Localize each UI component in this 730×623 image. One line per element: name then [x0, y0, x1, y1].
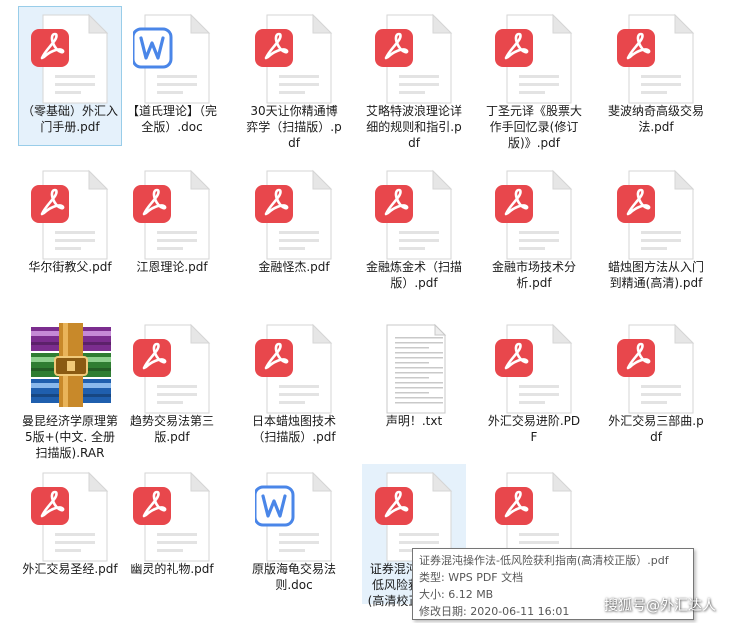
file-name-label: 金融市场技术分析.pdf [491, 260, 576, 290]
pdf-file-icon [133, 169, 213, 261]
rar-archive-icon [31, 323, 111, 415]
file-item[interactable]: 丁圣元译《股票大作手回忆录(修订版)》.pdf [482, 6, 586, 150]
file-item[interactable]: 艾略特波浪理论详细的规则和指引.pdf [362, 6, 466, 150]
file-item[interactable]: 幽灵的礼物.pdf [120, 464, 224, 604]
file-grid: （零基础）外汇入门手册.pdf 【道氏理论】（完全版）.doc 30天让你精通博弈学… [0, 0, 730, 623]
file-item[interactable]: 日本蜡烛图技术（扫描版）.pdf [242, 316, 346, 456]
file-name-label: 蜡烛图方法从入门到精通(高清).pdf [607, 260, 704, 290]
file-name-label: 金融怪杰.pdf [258, 260, 330, 274]
pdf-file-icon [617, 13, 697, 105]
pdf-file-icon [495, 169, 575, 261]
file-item[interactable]: 30天让你精通博弈学（扫描版）.pdf [242, 6, 346, 150]
file-item[interactable]: 外汇交易圣经.pdf [18, 464, 122, 604]
file-item[interactable]: （零基础）外汇入门手册.pdf [18, 6, 122, 146]
file-name-label: 金融炼金术（扫描版）.pdf [365, 260, 462, 290]
pdf-file-icon [31, 471, 111, 563]
watermark: 搜狐号@外汇达人 [604, 598, 716, 614]
pdf-file-icon [255, 169, 335, 261]
file-item[interactable]: 【道氏理论】（完全版）.doc [120, 6, 224, 146]
file-item[interactable]: 外汇交易进阶.PDF [482, 316, 586, 456]
pdf-file-icon [617, 323, 697, 415]
word-file-icon [133, 13, 213, 105]
tooltip-filename: 证券混沌操作法-低风险获利指南(高清校正版）.pdf [419, 554, 669, 567]
file-item[interactable]: 原版海龟交易法则.doc [242, 464, 346, 604]
file-item[interactable]: 趋势交易法第三版.pdf [120, 316, 224, 456]
pdf-file-icon [31, 169, 111, 261]
pdf-file-icon [255, 13, 335, 105]
file-item[interactable]: 曼昆经济学原理第5版+(中文. 全册扫描版).RAR [18, 316, 122, 460]
file-name-label: 30天让你精通博弈学（扫描版）.pdf [246, 104, 342, 150]
word-file-icon [255, 471, 335, 563]
pdf-file-icon [495, 13, 575, 105]
file-name-label: 斐波纳奇高级交易法.pdf [607, 104, 704, 134]
pdf-file-icon [133, 323, 213, 415]
file-item[interactable]: 外汇交易三部曲.pdf [604, 316, 708, 456]
file-name-label: 趋势交易法第三版.pdf [129, 414, 214, 444]
file-name-label: 外汇交易圣经.pdf [22, 562, 118, 576]
file-name-label: 原版海龟交易法则.doc [251, 562, 336, 592]
file-item[interactable]: 金融炼金术（扫描版）.pdf [362, 162, 466, 302]
file-item[interactable]: 斐波纳奇高级交易法.pdf [604, 6, 708, 146]
file-item[interactable]: 蜡烛图方法从入门到精通(高清).pdf [604, 162, 708, 302]
file-name-label: 艾略特波浪理论详细的规则和指引.pdf [365, 104, 462, 150]
file-name-label: 曼昆经济学原理第5版+(中文. 全册扫描版).RAR [21, 414, 118, 460]
file-name-label: 日本蜡烛图技术（扫描版）.pdf [251, 414, 336, 444]
file-name-label: 外汇交易进阶.PDF [487, 414, 581, 444]
file-name-label: 华尔街教父.pdf [28, 260, 112, 274]
pdf-file-icon [31, 13, 111, 105]
file-item[interactable]: 华尔街教父.pdf [18, 162, 122, 302]
pdf-file-icon [375, 13, 455, 105]
file-item[interactable]: 金融市场技术分析.pdf [482, 162, 586, 302]
file-item[interactable]: 金融怪杰.pdf [242, 162, 346, 302]
file-name-label: 江恩理论.pdf [136, 260, 208, 274]
file-name-label: 外汇交易三部曲.pdf [608, 414, 704, 444]
file-name-label: 丁圣元译《股票大作手回忆录(修订版)》.pdf [485, 104, 582, 150]
file-item[interactable]: 声明！.txt [362, 316, 466, 456]
file-name-label: （零基础）外汇入门手册.pdf [21, 104, 118, 134]
file-name-label: 声明！.txt [385, 414, 443, 428]
pdf-file-icon [375, 169, 455, 261]
text-file-icon [375, 323, 455, 415]
tooltip-type: 类型: WPS PDF 文档 [419, 571, 524, 584]
pdf-file-icon [133, 471, 213, 563]
file-name-label: 【道氏理论】（完全版）.doc [126, 104, 217, 134]
file-item[interactable]: 江恩理论.pdf [120, 162, 224, 302]
pdf-file-icon [255, 323, 335, 415]
pdf-file-icon [495, 323, 575, 415]
file-name-label: 幽灵的礼物.pdf [130, 562, 214, 576]
pdf-file-icon [617, 169, 697, 261]
